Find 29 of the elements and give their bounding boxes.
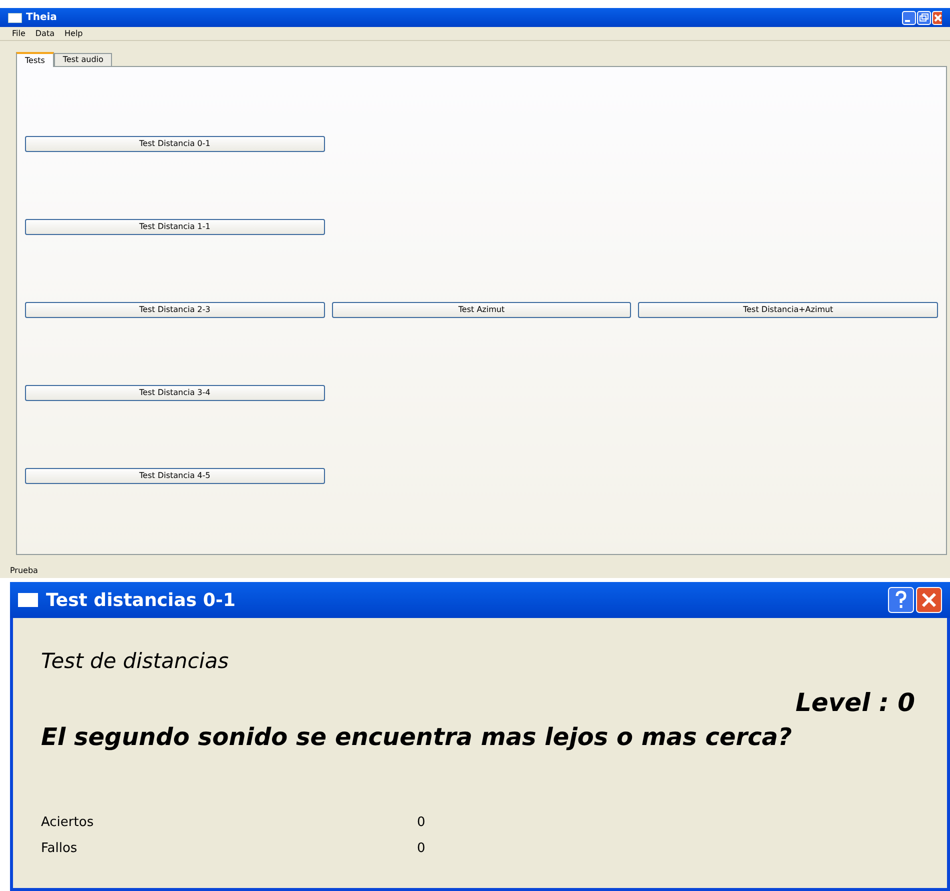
test-button[interactable]: Test Distancia 4-5 [25, 468, 325, 484]
menu-item[interactable]: Help [64, 28, 83, 40]
test-button[interactable]: Test Distancia+Azimut [638, 302, 938, 318]
test-button[interactable]: Test Distancia 0-1 [25, 136, 325, 152]
window-icon [8, 12, 22, 22]
stat-value: 0 [417, 840, 426, 858]
minimize-button[interactable] [902, 10, 916, 24]
stat-label: Fallos [41, 840, 78, 858]
menu-item[interactable]: File [12, 28, 26, 40]
dialog-heading: Test de distancias [41, 648, 229, 675]
test-button[interactable]: Test Distancia 3-4 [25, 385, 325, 401]
menu-item[interactable]: Data [35, 28, 54, 40]
close-button[interactable] [916, 587, 942, 613]
window-title: Theia [26, 11, 57, 25]
dialog-title: Test distancias 0-1 [46, 588, 236, 612]
tab[interactable]: Test audio [54, 53, 112, 66]
status-text: Prueba [10, 565, 38, 577]
test-button[interactable]: Test Azimut [332, 302, 632, 318]
stat-value: 0 [417, 814, 426, 832]
question-text: El segundo sonido se encuentra mas lejos o mas cerca? [41, 722, 792, 753]
test-button[interactable]: Test Distancia 1-1 [25, 219, 325, 235]
restore-button[interactable] [917, 10, 931, 24]
close-button[interactable] [932, 10, 942, 24]
help-button[interactable] [888, 587, 914, 613]
window-icon [18, 593, 38, 607]
tab[interactable]: Tests [16, 52, 54, 67]
test-button[interactable]: Test Distancia 2-3 [25, 302, 325, 318]
stat-label: Aciertos [41, 814, 95, 832]
level-text: Level : 0 [795, 686, 915, 718]
